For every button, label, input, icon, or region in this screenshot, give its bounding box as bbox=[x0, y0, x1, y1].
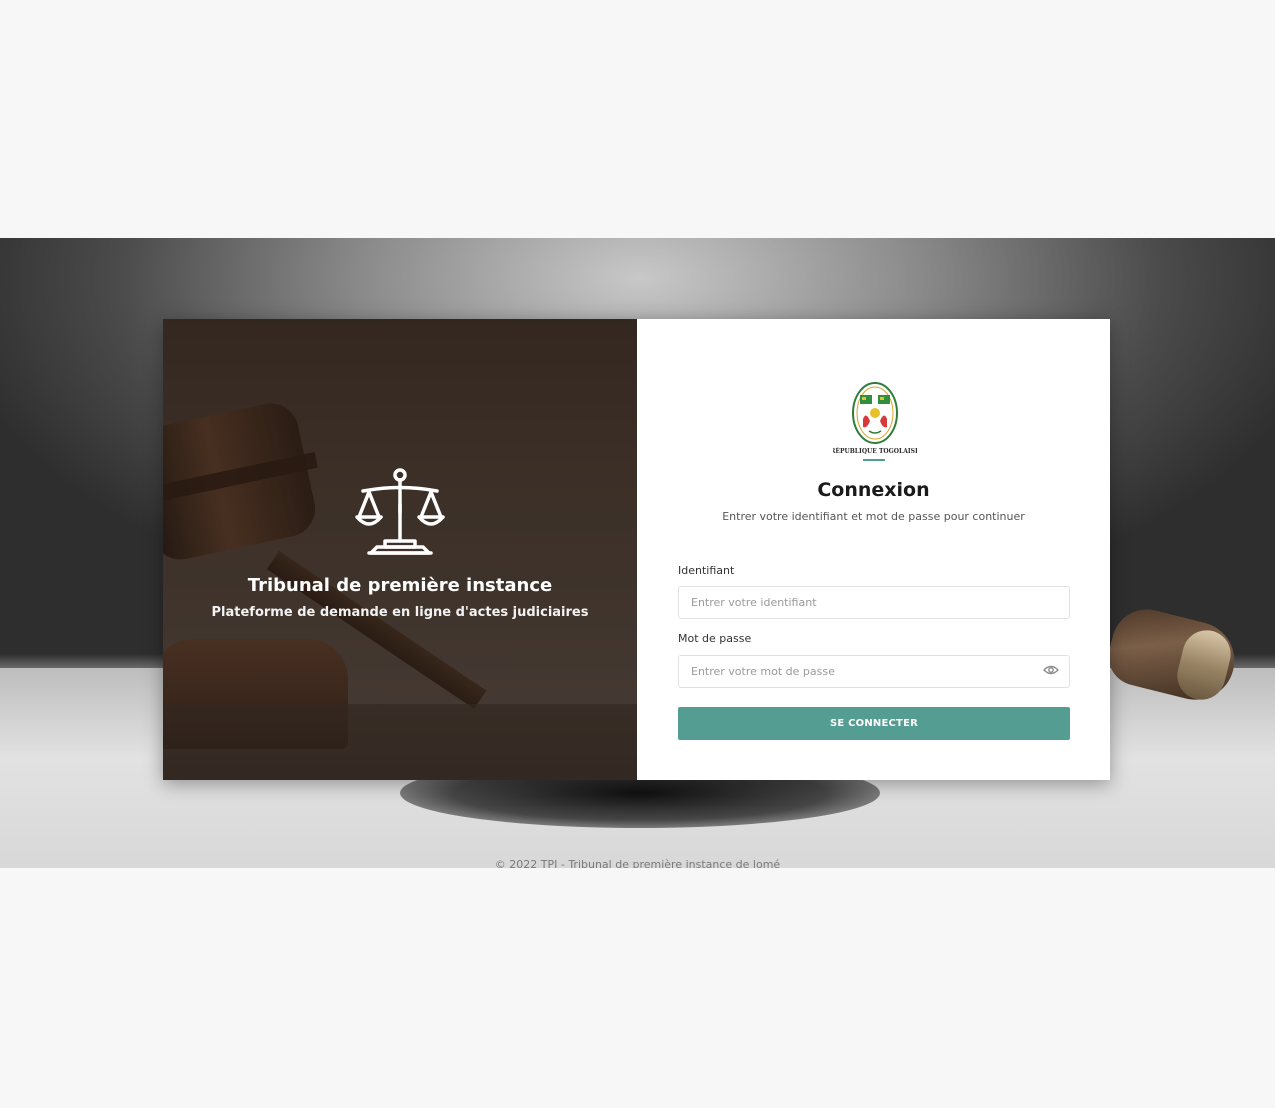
brand-subtitle: Plateforme de demande en ligne d'actes j… bbox=[211, 605, 589, 620]
scales-of-justice-icon bbox=[355, 468, 445, 555]
username-input[interactable] bbox=[678, 586, 1070, 619]
brand-panel: Tribunal de première instance Plateforme… bbox=[163, 319, 637, 780]
password-label: Mot de passe bbox=[678, 632, 752, 645]
show-password-eye-icon[interactable] bbox=[1043, 663, 1059, 677]
username-label: Identifiant bbox=[678, 564, 735, 577]
svg-text:RÉPUBLIQUE TOGOLAISE: RÉPUBLIQUE TOGOLAISE bbox=[833, 447, 917, 455]
login-card: Tribunal de première instance Plateforme… bbox=[163, 319, 1110, 780]
login-title: Connexion bbox=[817, 479, 930, 501]
republic-emblem-logo: RÉPUBLIQUE TOGOLAISE bbox=[833, 382, 917, 455]
login-panel: RÉPUBLIQUE TOGOLAISE Connexion Entrer vo… bbox=[637, 319, 1110, 780]
password-input[interactable] bbox=[678, 655, 1070, 688]
login-submit-button[interactable]: SE CONNECTER bbox=[678, 707, 1070, 740]
footer-copyright: © 2022 TPI - Tribunal de première instan… bbox=[494, 858, 781, 868]
login-subtitle: Entrer votre identifiant et mot de passe… bbox=[722, 510, 1025, 523]
brand-title: Tribunal de première instance bbox=[247, 575, 553, 596]
emblem-underline bbox=[863, 459, 885, 461]
